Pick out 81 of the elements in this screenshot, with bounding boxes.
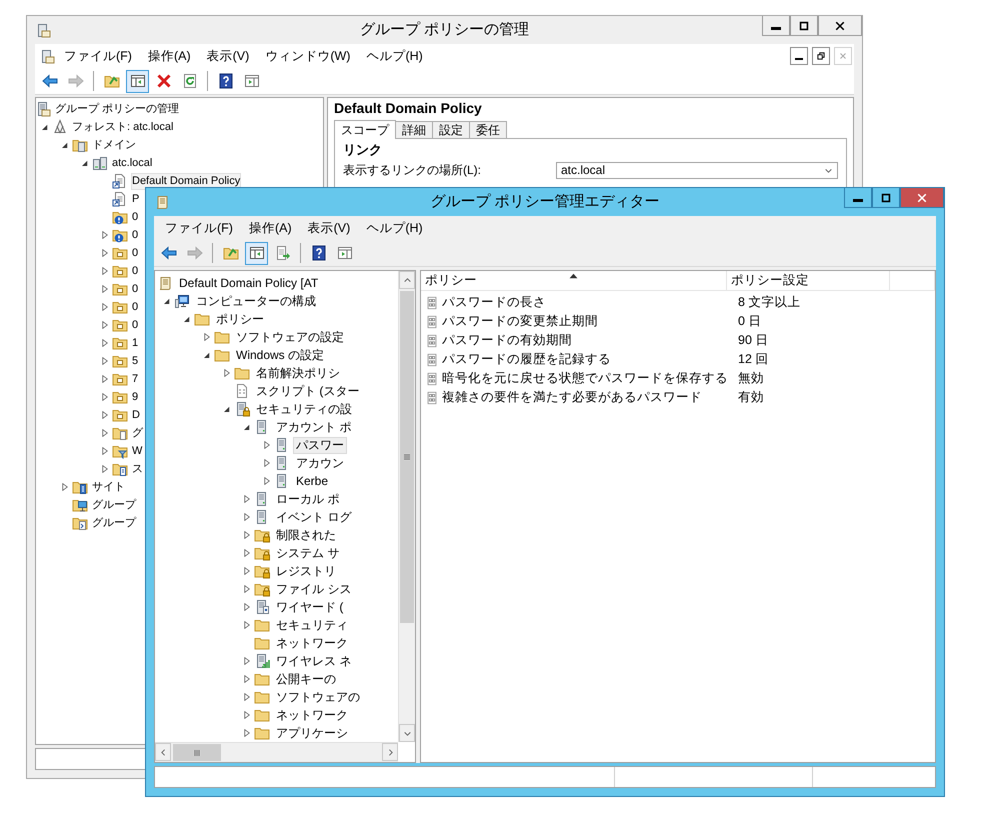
window-title: グループ ポリシーの管理 — [360, 20, 530, 38]
tree-item[interactable]: ワイヤード ( — [273, 598, 346, 616]
policy-name: パスワードの有効期間 — [442, 332, 572, 350]
tree-item[interactable]: パスワー — [293, 436, 347, 454]
tree-item[interactable]: Windows の設定 — [233, 346, 328, 364]
tree-item[interactable]: 5 — [131, 352, 140, 370]
tree-item[interactable]: セキュリティの設 — [253, 400, 355, 418]
tree-item[interactable]: ネットワーク — [273, 706, 351, 724]
menu-item[interactable]: ファイル(F) — [57, 46, 139, 66]
tab[interactable]: 詳細 — [395, 121, 433, 138]
tree-item[interactable]: ファイル シス — [273, 580, 354, 598]
tree-item[interactable]: ローカル ポ — [273, 490, 342, 508]
tree-item[interactable]: アプリケーシ — [273, 724, 351, 742]
tree-item[interactable]: 0 — [131, 280, 140, 298]
policy-setting: 0 日 — [737, 313, 762, 330]
tree-item[interactable]: グ — [131, 424, 144, 442]
tree-item[interactable]: セキュリティ — [273, 616, 351, 634]
tree-item[interactable]: Default Domain Policy [AT — [176, 274, 322, 292]
policy-setting: 90 日 — [737, 332, 770, 350]
policy-setting: 無効 — [737, 370, 765, 388]
tree-item[interactable]: ソフトウェアの設定 — [233, 328, 347, 346]
policy-setting: 12 回 — [737, 351, 770, 368]
policy-name: パスワードの変更禁止期間 — [442, 313, 598, 330]
policy-name: パスワードの長さ — [442, 294, 546, 312]
tab[interactable]: スコープ — [334, 120, 396, 139]
tree-item[interactable]: 公開キーの — [273, 670, 339, 688]
tree-item[interactable]: グループ ポリシーの管理 — [54, 100, 180, 118]
tree-item[interactable]: 制限された — [273, 526, 339, 544]
tree-item[interactable]: コンピューターの構成 — [193, 292, 319, 310]
tree-item[interactable]: ソフトウェアの — [273, 688, 363, 706]
tree-item[interactable]: 0 — [131, 208, 140, 226]
tree-item[interactable]: 0 — [131, 244, 140, 262]
window-title: グループ ポリシー管理エディター — [430, 192, 660, 210]
policy-setting: 有効 — [737, 389, 765, 406]
field-label: 表示するリンクの場所(L): — [343, 162, 482, 179]
tree-item[interactable]: グループ — [91, 496, 137, 514]
menu-item[interactable]: ヘルプ(H) — [359, 46, 430, 66]
menu-item[interactable]: ヘルプ(H) — [359, 218, 430, 238]
tree-item[interactable]: 7 — [131, 370, 140, 388]
tree-item[interactable]: サイト — [91, 478, 126, 496]
policy-name: 暗号化を元に戻せる状態でパスワードを保存する — [442, 370, 728, 388]
tree-item[interactable]: アカウント ポ — [273, 418, 354, 436]
tree-item[interactable]: スクリプト (スター — [253, 382, 362, 400]
menu-item[interactable]: 操作(A) — [242, 218, 299, 238]
menu-item[interactable]: 表示(V) — [200, 46, 256, 66]
tree-item[interactable]: 0 — [131, 316, 140, 334]
tree-item[interactable]: システム サ — [273, 544, 342, 562]
tree-item[interactable]: 0 — [131, 262, 140, 280]
section-heading: リンク — [343, 142, 383, 158]
tree-item[interactable]: ドメイン — [91, 136, 137, 154]
tree-item[interactable]: レジストリ — [273, 562, 339, 580]
menu-item[interactable]: ウィンドウ(W) — [258, 46, 358, 66]
tree-item[interactable]: アカウン — [293, 454, 347, 472]
tree-item[interactable]: ス — [131, 460, 144, 478]
tree-item[interactable]: グループ — [91, 514, 137, 532]
tree-item[interactable]: D — [131, 406, 141, 424]
policy-setting: 8 文字以上 — [737, 294, 802, 312]
tree-item[interactable]: 名前解決ポリシ — [253, 364, 343, 382]
location-dropdown[interactable]: atc.local — [556, 162, 838, 178]
tree-item[interactable]: フォレスト: atc.local — [71, 118, 174, 136]
tree-item[interactable]: 1 — [131, 334, 140, 352]
tree-item[interactable]: atc.local — [111, 154, 154, 172]
menu-item[interactable]: 表示(V) — [300, 218, 358, 238]
tree-item[interactable]: 0 — [131, 226, 140, 244]
policy-name: パスワードの履歴を記録する — [442, 351, 611, 368]
tree-item[interactable]: ワイヤレス ネ — [273, 652, 354, 670]
tab[interactable]: 設定 — [432, 121, 470, 138]
tree-item[interactable]: イベント ログ — [273, 508, 354, 526]
menu-item[interactable]: 操作(A) — [140, 46, 198, 66]
tree-item[interactable]: W — [131, 442, 144, 460]
details-heading: Default Domain Policy — [333, 99, 483, 118]
tab[interactable]: 委任 — [469, 121, 507, 138]
tree-item[interactable]: 9 — [131, 388, 140, 406]
policy-name: 複雑さの要件を満たす必要があるパスワード — [442, 389, 702, 406]
tree-item[interactable]: Kerbe — [293, 472, 332, 490]
tree-item[interactable]: 0 — [131, 298, 140, 316]
menu-item[interactable]: ファイル(F) — [158, 218, 240, 238]
tree-item[interactable]: ポリシー — [213, 310, 267, 328]
tree-item[interactable]: Default Domain Policy — [131, 172, 242, 190]
tree-item[interactable]: ネットワーク — [273, 634, 351, 652]
tree-item[interactable]: P — [131, 190, 140, 208]
